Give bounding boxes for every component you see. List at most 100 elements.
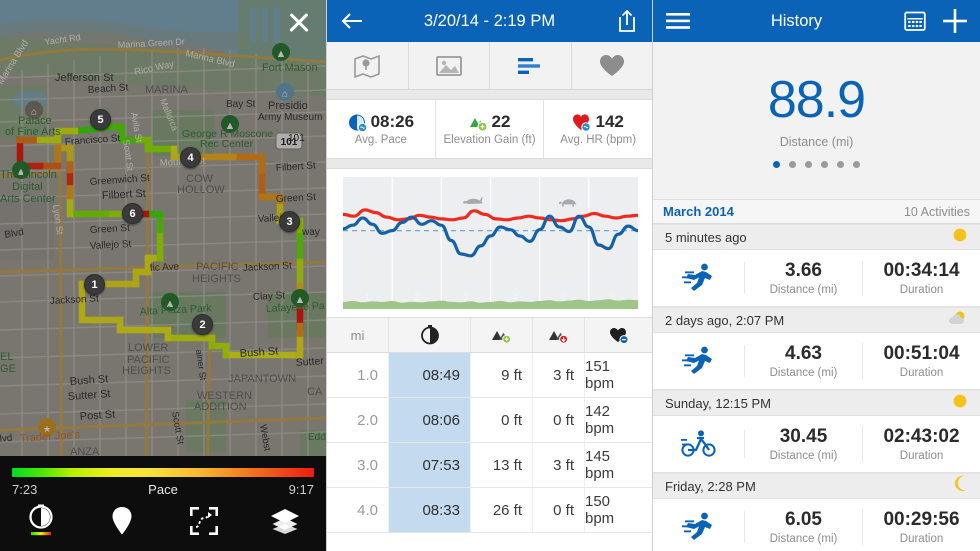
th-pace[interactable]: [389, 318, 471, 352]
table-row[interactable]: 4.0 08:33 26 ft 0 ft 150 bpm: [327, 488, 652, 533]
activity-type-icon: [653, 345, 745, 377]
cell-pace: 08:49: [389, 353, 471, 397]
activity-row[interactable]: 30.45 Distance (mi) 02:43:02 Duration: [653, 416, 980, 473]
map-tab-icon: [354, 54, 381, 78]
fit-route-icon: [189, 507, 218, 535]
history-summary-hero[interactable]: 88.9 Distance (mi): [653, 42, 980, 200]
tab-photos[interactable]: [409, 42, 490, 89]
heart-rate-header-icon: [609, 327, 628, 344]
page-dot[interactable]: [821, 160, 828, 168]
back-arrow-icon[interactable]: [339, 8, 365, 34]
page-dot[interactable]: [837, 160, 844, 168]
activity-duration-label: Duration: [899, 533, 944, 545]
cell-loss: 0 ft: [533, 488, 585, 532]
activity-duration-cell: 02:43:02 Duration: [863, 426, 980, 462]
mile-marker-6[interactable]: 6: [122, 203, 143, 224]
splits-table-body: 1.0 08:49 9 ft 3 ft 151 bpm 2.0 08:06 0 ft 0 ft 1…: [327, 353, 652, 533]
activity-duration-label: Duration: [899, 367, 944, 379]
route-shield-101: 101: [281, 137, 298, 148]
map-street-label: LOWER: [128, 342, 168, 354]
map-street-label: CA: [307, 386, 323, 398]
table-row[interactable]: 2.0 08:06 0 ft 0 ft 142 bpm: [327, 398, 652, 443]
activity-date-label: Sunday, 12:15 PM: [665, 395, 771, 411]
map-street-label: Bay St: [226, 99, 256, 110]
map-street-label: lvd: [0, 433, 13, 445]
activity-distance-value: 3.66: [785, 260, 822, 281]
map-pin-button[interactable]: [82, 495, 164, 547]
map-street-label: HEIGHTS: [122, 365, 171, 377]
total-distance-value: 88.9: [767, 70, 866, 129]
map-street-label: ADDITION: [194, 401, 247, 413]
map-street-label: HEIGHTS: [192, 273, 241, 285]
pace-icon: [348, 114, 367, 132]
history-activity-list: 5 minutes ago 3.66 Distance (mi) 00:34:14 Du…: [653, 224, 980, 551]
splits-chart[interactable]: 1 2 3 4 5 6: [327, 169, 652, 317]
cell-loss: 0 ft: [533, 398, 585, 442]
fit-route-button[interactable]: [163, 495, 245, 547]
activity-duration-label: Duration: [899, 450, 944, 462]
weather-icon-wrap: [952, 393, 968, 414]
activity-type-icon: [653, 511, 745, 543]
map-street-label: Sutter: [295, 355, 324, 369]
table-row[interactable]: 1.0 08:49 9 ft 3 ft 151 bpm: [327, 353, 652, 398]
activity-row[interactable]: 6.05 Distance (mi) 00:29:56 Duration: [653, 499, 980, 551]
detail-navbar: 3/20/14 - 2:19 PM: [327, 0, 652, 42]
month-label: March 2014: [663, 204, 734, 219]
th-elev-loss[interactable]: [533, 318, 585, 352]
map-toolbar: [0, 495, 326, 547]
stat-value: 142: [595, 112, 624, 131]
stats-top-separator: [327, 90, 652, 100]
th-mile[interactable]: mi: [327, 318, 389, 352]
mile-marker-3[interactable]: 3: [279, 211, 300, 232]
mile-marker-4[interactable]: 4: [180, 147, 201, 168]
th-heart-rate[interactable]: [585, 318, 652, 352]
splits-table-header: mi: [327, 317, 652, 353]
activity-duration-value: 00:34:14: [883, 260, 960, 281]
map-street-label: Filbert St: [102, 188, 147, 202]
th-elev-gain[interactable]: [471, 318, 533, 352]
summary-stats: 08:26 Avg. Pace 22 Elevation Gain (ft) 1…: [327, 100, 652, 158]
cell-loss: 3 ft: [533, 443, 585, 487]
page-dot[interactable]: [853, 160, 860, 168]
activity-distance-cell: 6.05 Distance (mi): [745, 509, 863, 545]
cell-pace: 07:53: [389, 443, 471, 487]
map-panel: ▲ ⌂ ▲ ▲ ⌂ ▲ ▲ ★ Yacht Rd Marina Green Dr M…: [0, 0, 326, 551]
calendar-icon[interactable]: [902, 8, 928, 34]
mile-marker-5[interactable]: 5: [90, 109, 111, 130]
page-dot[interactable]: [773, 160, 780, 168]
map-street-label: JAPANTOWN: [228, 373, 296, 385]
map-street-label: Digital: [12, 181, 43, 193]
map-pin-icon: [112, 507, 132, 535]
page-dot[interactable]: [805, 160, 812, 168]
splits-tab-icon: [518, 57, 541, 74]
share-icon[interactable]: [614, 8, 640, 34]
activity-date-label: 2 days ago, 2:07 PM: [665, 312, 785, 328]
hero-page-dots[interactable]: [773, 160, 860, 168]
page-dot[interactable]: [789, 160, 796, 168]
sun-icon: [953, 228, 967, 241]
cycling-icon: [680, 430, 716, 457]
mile-marker-1[interactable]: 1: [84, 274, 105, 295]
table-row[interactable]: 3.0 07:53 13 ft 3 ft 145 bpm: [327, 443, 652, 488]
hamburger-menu-icon[interactable]: [665, 8, 691, 34]
activity-duration-label: Duration: [899, 284, 944, 296]
running-icon: [681, 346, 712, 374]
pace-dial-icon: [29, 504, 53, 536]
activity-duration-value: 00:51:04: [883, 343, 960, 364]
add-activity-icon[interactable]: [942, 8, 968, 34]
close-icon[interactable]: [284, 7, 314, 37]
tab-map[interactable]: [327, 42, 409, 89]
tab-splits[interactable]: [490, 42, 572, 89]
tab-heart-rate[interactable]: [572, 42, 653, 89]
pace-color-toggle-button[interactable]: [0, 495, 82, 547]
activity-row[interactable]: 3.66 Distance (mi) 00:34:14 Duration: [653, 250, 980, 307]
activity-group-header: Friday, 2:28 PM: [653, 473, 980, 499]
activity-row[interactable]: 4.63 Distance (mi) 00:51:04 Duration: [653, 333, 980, 390]
map-layers-button[interactable]: [245, 495, 327, 547]
cell-gain: 0 ft: [471, 398, 533, 442]
chart-plot-area[interactable]: 1 2 3 4 5 6: [343, 177, 638, 309]
weather-icon-wrap: [952, 227, 968, 248]
stat-value: 08:26: [370, 112, 415, 131]
mile-marker-2[interactable]: 2: [192, 314, 213, 335]
cell-mi: 4.0: [327, 488, 389, 532]
